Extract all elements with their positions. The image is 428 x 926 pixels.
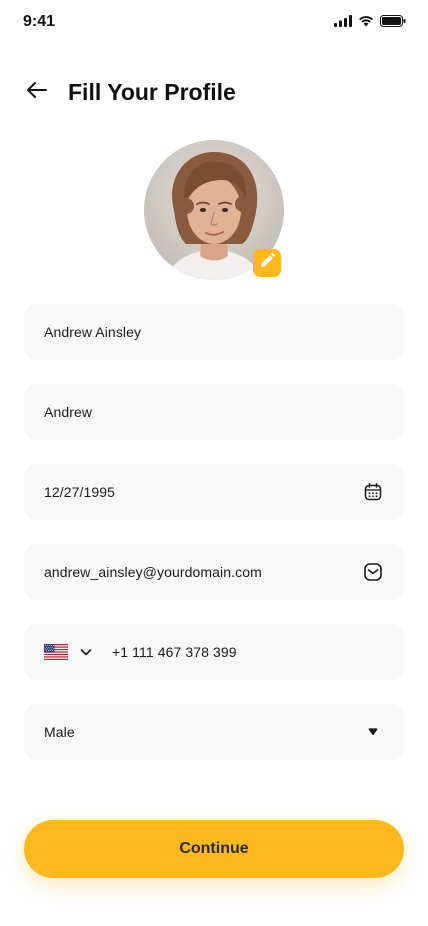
page-title: Fill Your Profile <box>68 78 236 105</box>
nickname-value: Andrew <box>44 404 93 420</box>
signal-icon <box>334 14 352 32</box>
status-bar: 9:41 <box>0 0 428 44</box>
full-name-value: Andrew Ainsley <box>44 324 142 340</box>
date-of-birth-value: 12/27/1995 <box>44 484 116 500</box>
edit-avatar-button[interactable] <box>253 249 281 277</box>
gender-value: Male <box>44 724 75 740</box>
profile-avatar-section <box>144 140 284 280</box>
calendar-icon[interactable] <box>362 481 384 503</box>
status-time: 9:41 <box>23 13 56 30</box>
email-field[interactable]: andrew_ainsley@yourdomain.com <box>24 544 404 600</box>
email-value: andrew_ainsley@yourdomain.com <box>44 564 262 580</box>
battery-icon <box>380 14 406 32</box>
arrow-left-icon <box>25 78 49 107</box>
us-flag-icon[interactable] <box>44 644 78 660</box>
full-name-field[interactable]: Andrew Ainsley <box>24 304 404 360</box>
mail-icon <box>362 561 384 583</box>
status-icons <box>334 14 406 32</box>
wifi-icon <box>358 14 374 32</box>
phone-field[interactable]: +1 111 467 378 399 <box>24 624 404 680</box>
phone-number-value: +1 111 467 378 399 <box>112 644 237 660</box>
pencil-icon <box>259 252 275 274</box>
gender-select[interactable]: Male <box>24 704 404 760</box>
header: Fill Your Profile <box>24 76 236 108</box>
back-button[interactable] <box>24 79 50 105</box>
chevron-down-icon[interactable] <box>78 644 94 660</box>
nickname-field[interactable]: Andrew <box>24 384 404 440</box>
caret-down-icon[interactable] <box>362 721 384 743</box>
continue-button[interactable]: Continue <box>24 820 404 878</box>
date-of-birth-field[interactable]: 12/27/1995 <box>24 464 404 520</box>
